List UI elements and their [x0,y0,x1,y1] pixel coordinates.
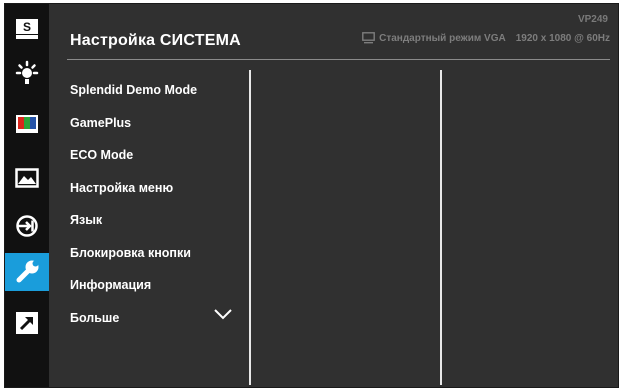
main-panel: VP249 Настройка СИСТЕМА Стандартный режи… [49,4,618,387]
sidebar-item-system[interactable] [5,253,49,291]
column-divider-left [249,70,251,385]
wrench-icon [16,260,39,283]
status-resolution: 1920 x 1080 @ 60Hz [515,32,610,44]
status-mode: Стандартный режим VGA [379,32,506,44]
image-mountain-icon [15,168,39,188]
model-name: VP249 [577,14,608,25]
menu-item-menu-setup[interactable]: Настройка меню [70,172,197,205]
sidebar-item-brightness[interactable] [5,54,49,92]
column-divider-right [440,70,442,385]
chevron-down-icon[interactable] [213,308,233,320]
osd-window: S VP249 Настройка СИСТЕМА Стандартный ре… [4,3,619,388]
svg-text:S: S [23,20,31,34]
menu-item-information[interactable]: Информация [70,269,197,302]
sidebar-item-color[interactable] [5,105,49,143]
menu-item-splendid-demo-mode[interactable]: Splendid Demo Mode [70,74,197,107]
sidebar-item-input[interactable] [5,207,49,245]
sidebar-item-image[interactable] [5,159,49,197]
header-divider [67,59,610,60]
menu-item-language[interactable]: Язык [70,204,197,237]
monitor-icon [362,32,375,44]
menu-item-more[interactable]: Больше [70,302,197,335]
shortcut-arrow-icon [16,312,38,334]
input-select-icon [16,215,38,237]
sidebar: S [5,4,49,387]
menu-item-eco-mode[interactable]: ECO Mode [70,139,197,172]
page-title: Настройка СИСТЕМА [70,32,241,49]
color-bars-icon [16,115,38,133]
menu-item-gameplus[interactable]: GamePlus [70,107,197,140]
menu-item-key-lock[interactable]: Блокировка кнопки [70,237,197,270]
sidebar-item-shortcut[interactable] [5,304,49,342]
splendid-s-icon: S [16,19,38,39]
status-bar: Стандартный режим VGA 1920 x 1080 @ 60Hz [362,32,610,44]
system-menu: Splendid Demo Mode GamePlus ECO Mode Нас… [70,74,197,334]
sidebar-item-splendid[interactable]: S [5,10,49,48]
brightness-icon [15,60,39,84]
